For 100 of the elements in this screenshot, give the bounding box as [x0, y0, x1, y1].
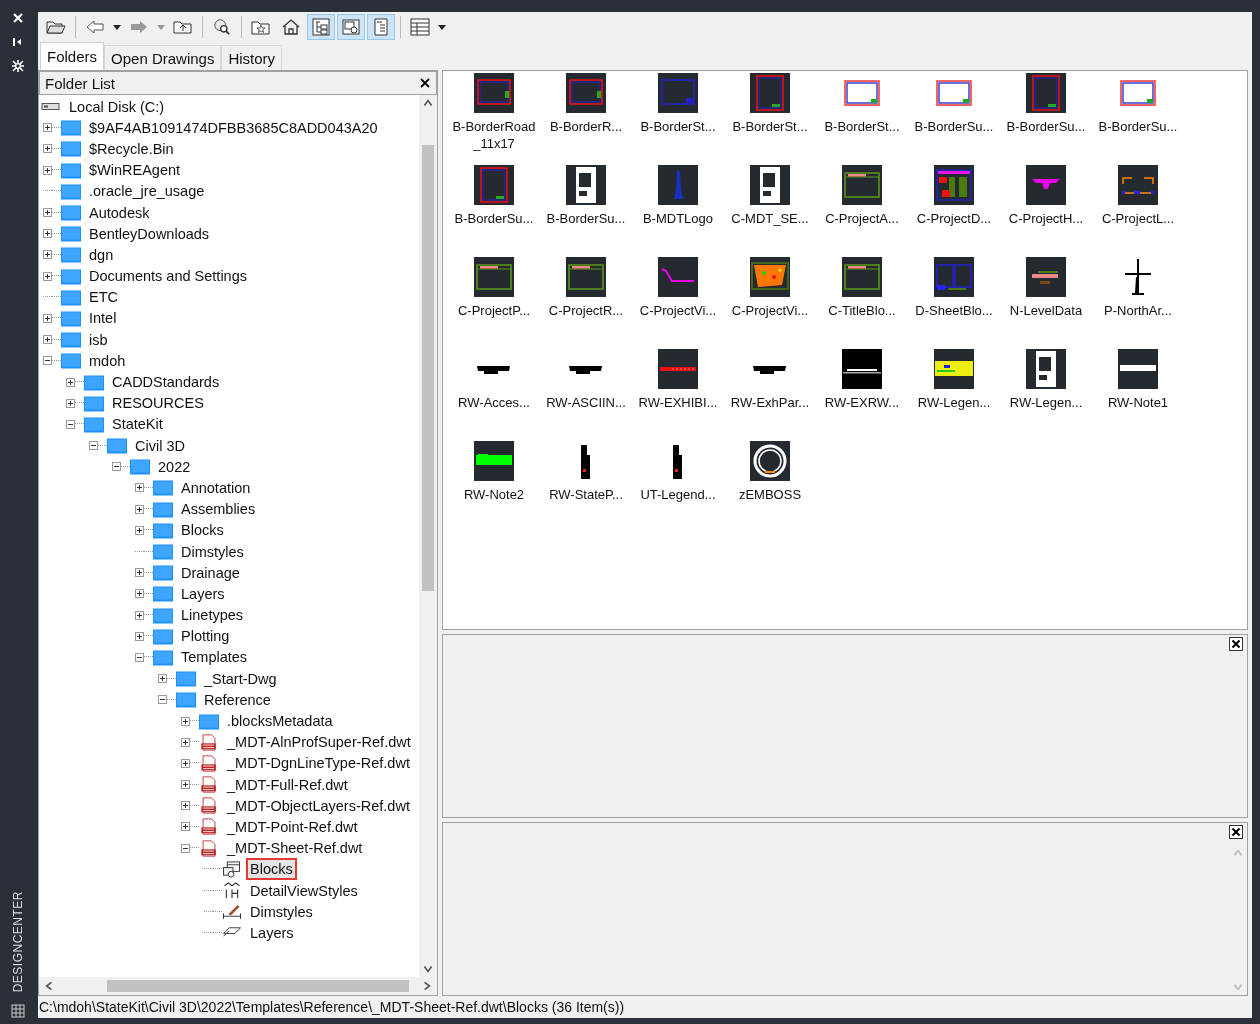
tree-item[interactable]: Annotation: [177, 476, 255, 499]
block-name[interactable]: RW-ASCIIN...: [541, 394, 631, 411]
expand-icon[interactable]: [43, 335, 52, 345]
block-name[interactable]: C-ProjectL...: [1093, 210, 1183, 227]
tree-item[interactable]: StateKit: [108, 413, 167, 436]
expand-icon[interactable]: [66, 398, 75, 408]
expand-icon[interactable]: [181, 822, 190, 832]
tree-toggle-button[interactable]: [307, 14, 335, 40]
block-name[interactable]: RW-EXHIBI...: [633, 394, 723, 411]
collapse-icon[interactable]: [181, 843, 190, 853]
block-name[interactable]: C-ProjectP...: [449, 302, 539, 319]
expand-icon[interactable]: [43, 313, 52, 323]
tab[interactable]: Folders: [40, 42, 105, 70]
block-preview-drawing[interactable]: [750, 441, 790, 481]
properties-icon[interactable]: [12, 60, 24, 72]
tree-item[interactable]: BentleyDownloads: [85, 222, 214, 245]
block-name[interactable]: B-MDTLogo: [633, 210, 723, 227]
block-preview-drawing[interactable]: [474, 441, 514, 481]
scroll-thumb[interactable]: [422, 145, 434, 591]
description-button[interactable]: [367, 14, 395, 40]
block-name[interactable]: zEMBOSS: [725, 486, 815, 503]
block-name[interactable]: RW-Legen...: [1001, 394, 1091, 411]
collapse-icon[interactable]: [43, 356, 52, 366]
tree-item[interactable]: isb: [85, 328, 112, 351]
block-name[interactable]: C-ProjectVi...: [725, 302, 815, 319]
block-name[interactable]: C-MDT_SE...: [725, 210, 815, 227]
tree-item[interactable]: Linetypes: [177, 604, 248, 627]
tree-item[interactable]: DetailViewStyles: [246, 879, 362, 902]
close-icon[interactable]: [1229, 825, 1243, 839]
tree-item[interactable]: Documents and Settings: [85, 265, 251, 288]
tree-item[interactable]: Layers: [246, 921, 298, 944]
block-name[interactable]: C-ProjectH...: [1001, 210, 1091, 227]
tree-item[interactable]: Templates: [177, 646, 252, 669]
block-name[interactable]: RW-Note1: [1093, 394, 1183, 411]
tree-item[interactable]: mdoh: [85, 349, 130, 372]
block-name[interactable]: UT-Legend...: [633, 486, 723, 503]
tree-item[interactable]: Plotting: [177, 625, 234, 648]
collapse-icon[interactable]: [158, 695, 167, 705]
tree-item[interactable]: Layers: [177, 582, 229, 605]
expand-icon[interactable]: [135, 610, 144, 620]
block-name[interactable]: C-ProjectR...: [541, 302, 631, 319]
collapse-icon[interactable]: [135, 652, 144, 662]
tree-item[interactable]: Local Disk (C:): [65, 95, 169, 118]
block-preview-drawing[interactable]: [750, 165, 790, 205]
block-name[interactable]: RW-Note2: [449, 486, 539, 503]
expand-icon[interactable]: [135, 525, 144, 535]
block-name[interactable]: C-TitleBlo...: [817, 302, 907, 319]
tree-item[interactable]: Blocks: [177, 519, 228, 542]
expand-icon[interactable]: [43, 271, 52, 281]
expand-icon[interactable]: [43, 165, 52, 175]
block-preview-drawing[interactable]: [566, 165, 606, 205]
tree-item[interactable]: CADDStandards: [108, 371, 224, 394]
tree-item[interactable]: Drainage: [177, 561, 244, 584]
tab[interactable]: Open Drawings: [104, 45, 222, 70]
expand-icon[interactable]: [135, 504, 144, 514]
expand-icon[interactable]: [43, 123, 52, 133]
scroll-thumb[interactable]: [107, 980, 409, 992]
expand-icon[interactable]: [181, 737, 190, 747]
tree-item[interactable]: Assemblies: [177, 498, 260, 521]
block-name[interactable]: C-ProjectA...: [817, 210, 907, 227]
close-icon[interactable]: [1229, 637, 1243, 651]
tree-item[interactable]: Civil 3D: [131, 434, 189, 457]
block-name[interactable]: B-BorderSu...: [449, 210, 539, 227]
block-name[interactable]: RW-EXRW...: [817, 394, 907, 411]
block-preview-drawing[interactable]: [842, 349, 882, 389]
block-name[interactable]: B-BorderSu...: [541, 210, 631, 227]
tree-item[interactable]: Blocks: [246, 858, 297, 881]
tree-item[interactable]: Dimstyles: [177, 540, 248, 563]
block-name[interactable]: B-BorderSu...: [909, 118, 999, 135]
tree-item[interactable]: Dimstyles: [246, 900, 317, 923]
expand-icon[interactable]: [66, 377, 75, 387]
tree-item[interactable]: _MDT-ObjectLayers-Ref.dwt: [223, 794, 414, 817]
expand-icon[interactable]: [43, 229, 52, 239]
block-name[interactable]: B-BorderSu...: [1001, 118, 1091, 135]
expand-icon[interactable]: [181, 716, 190, 726]
expand-icon[interactable]: [43, 250, 52, 260]
collapse-icon[interactable]: [112, 462, 121, 472]
block-name[interactable]: C-ProjectVi...: [633, 302, 723, 319]
tab[interactable]: History: [221, 45, 283, 70]
tree-item[interactable]: _MDT-Full-Ref.dwt: [223, 773, 352, 796]
tree-item[interactable]: .blocksMetadata: [223, 710, 337, 733]
tree-item[interactable]: _Start-Dwg: [200, 667, 281, 690]
preview-button[interactable]: [337, 14, 365, 40]
block-preview-drawing[interactable]: [934, 349, 974, 389]
tree-item[interactable]: _MDT-AlnProfSuper-Ref.dwt: [223, 731, 415, 754]
block-preview-drawing[interactable]: [1026, 349, 1066, 389]
tree-item[interactable]: _MDT-Sheet-Ref.dwt: [223, 837, 367, 860]
collapse-icon[interactable]: [66, 419, 75, 429]
auto-hide-icon[interactable]: [12, 36, 24, 48]
block-name[interactable]: B-BorderR...: [541, 118, 631, 135]
block-name[interactable]: B-BorderSt...: [633, 118, 723, 135]
block-preview-drawing[interactable]: [842, 165, 882, 205]
block-preview-drawing[interactable]: [842, 257, 882, 297]
expand-icon[interactable]: [43, 144, 52, 154]
scrollbar[interactable]: [419, 95, 437, 977]
block-name[interactable]: B-BorderSt...: [725, 118, 815, 135]
tree-item[interactable]: _MDT-Point-Ref.dwt: [223, 815, 362, 838]
tree-item[interactable]: 2022: [154, 455, 195, 478]
block-name[interactable]: B-BorderSu...: [1093, 118, 1183, 135]
expand-icon[interactable]: [181, 758, 190, 768]
